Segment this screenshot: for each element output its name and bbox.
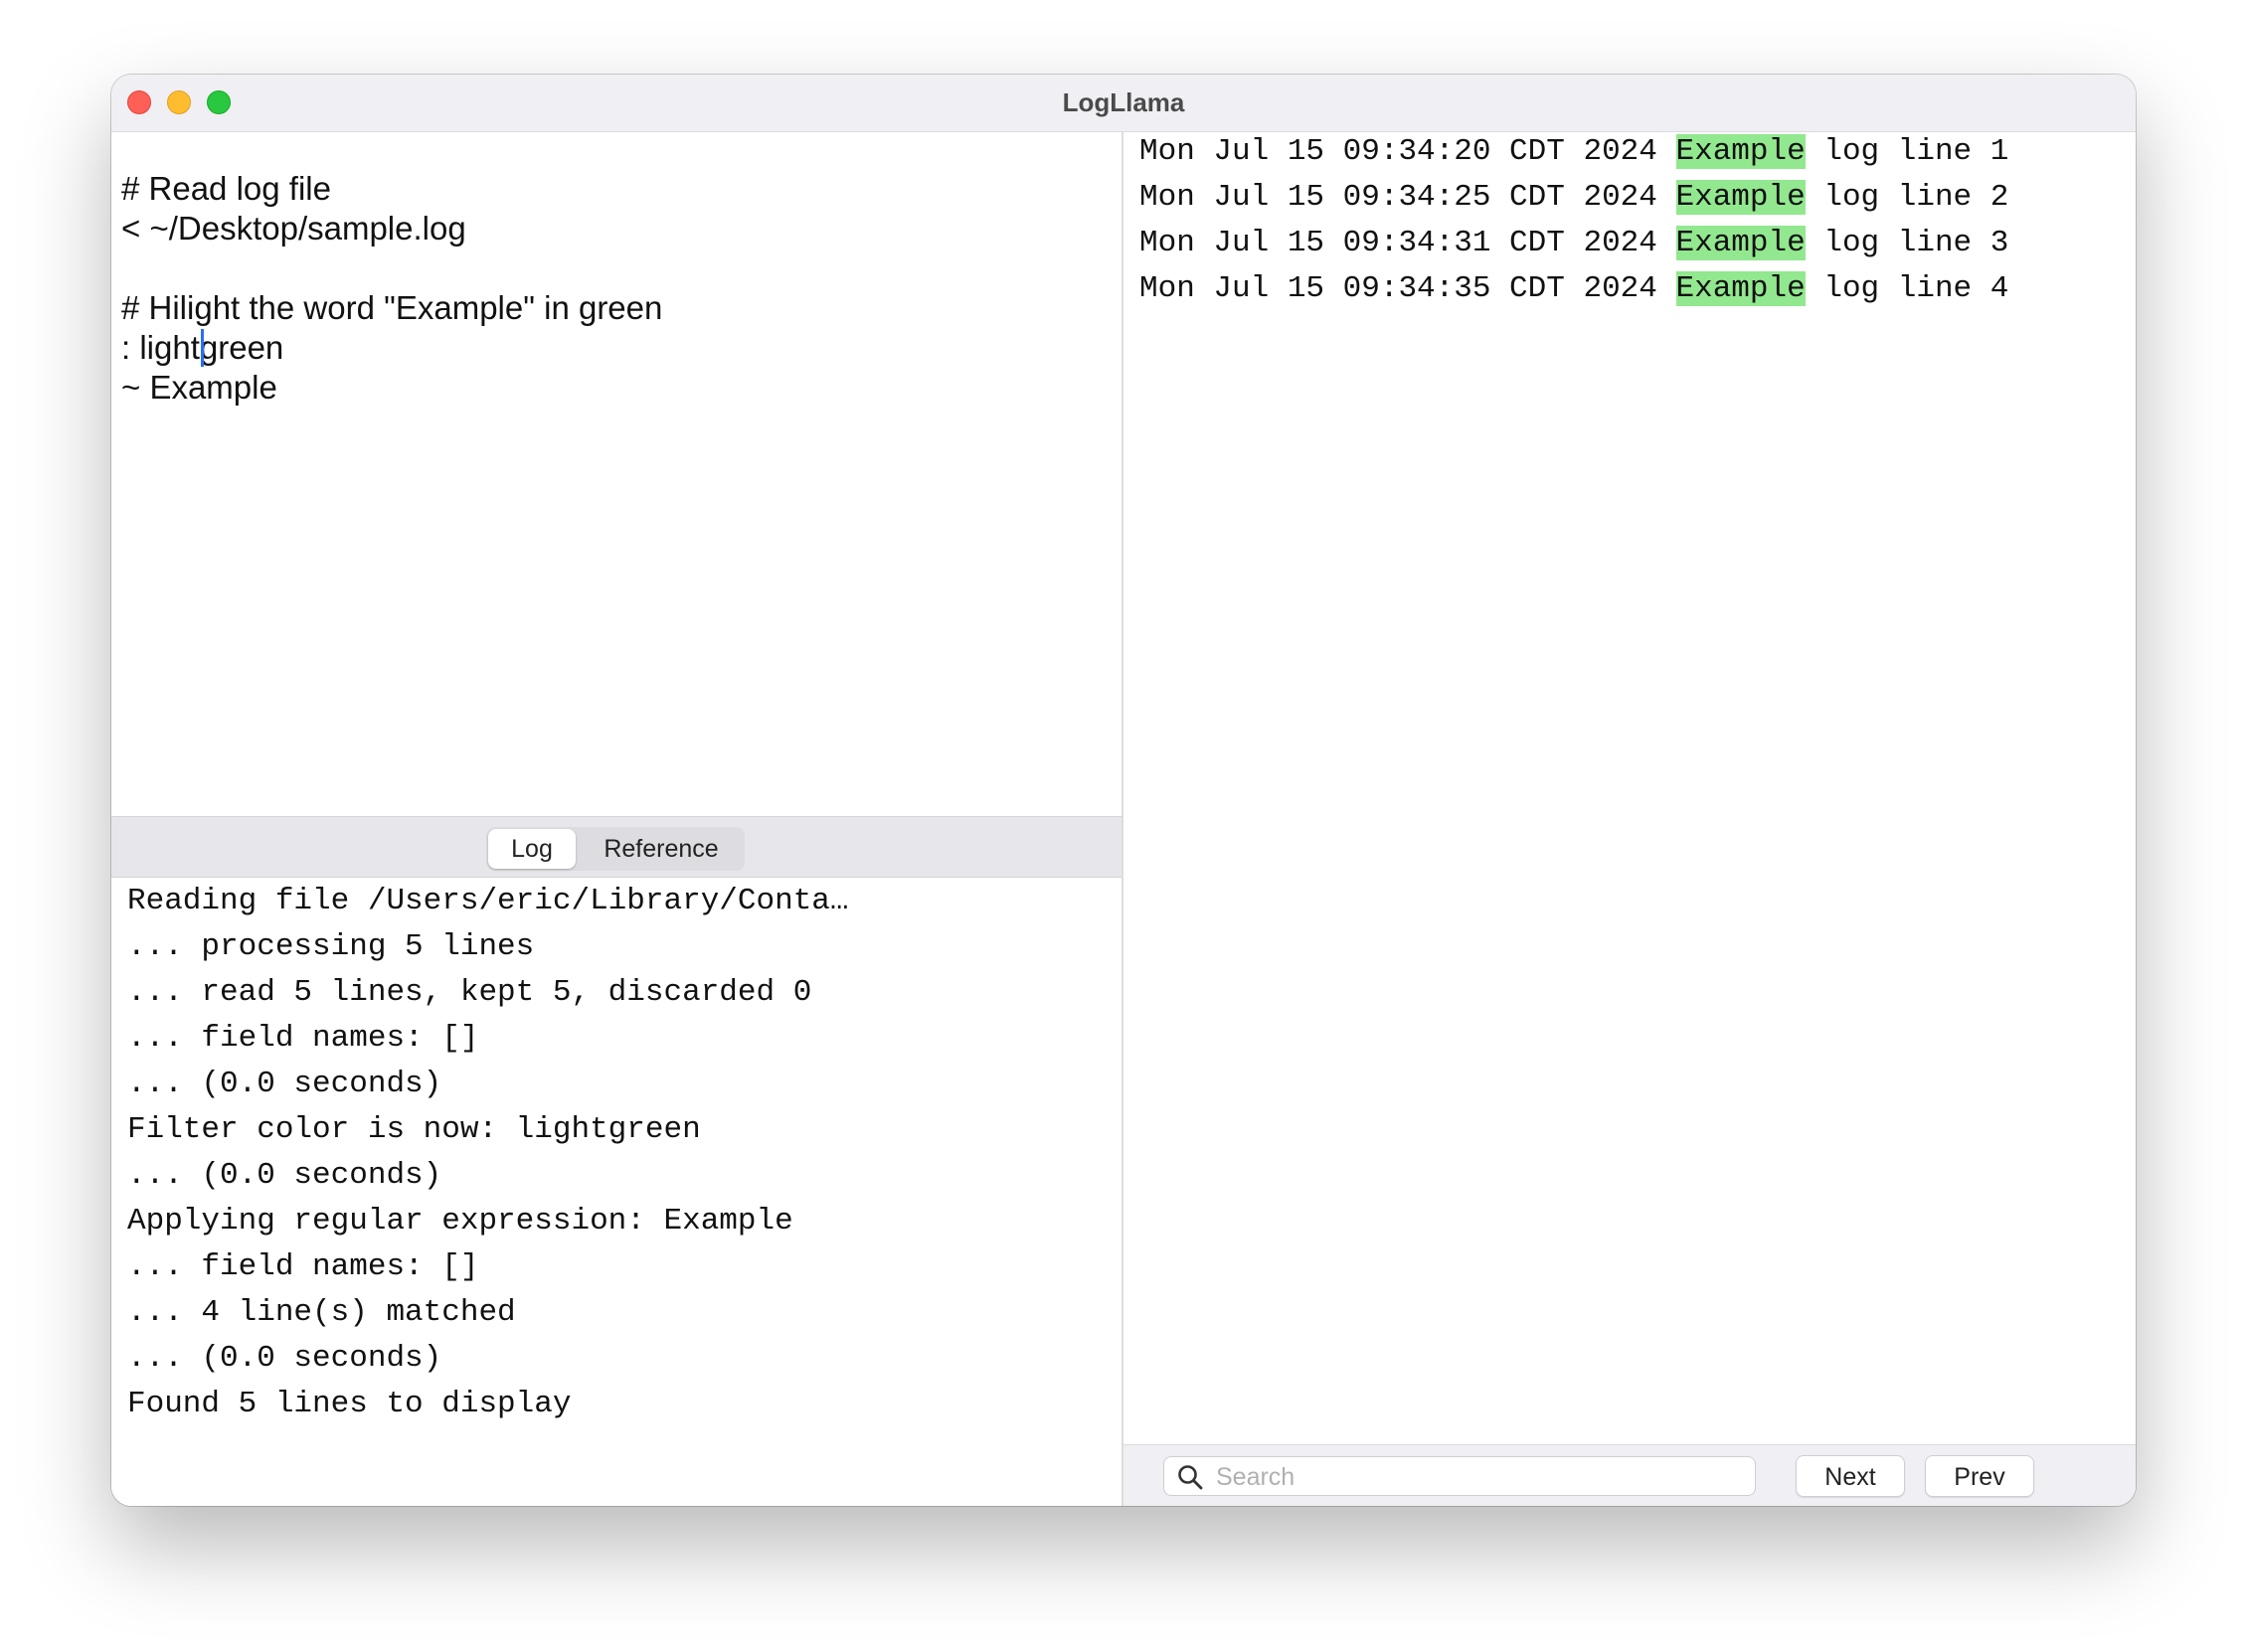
console-line: ... read 5 lines, kept 5, discarded 0 <box>127 975 812 1010</box>
console-line: ... processing 5 lines <box>127 929 535 964</box>
log-row-text: log line 4 <box>1805 271 2009 306</box>
log-row[interactable]: Mon Jul 15 09:34:31 CDT 2024 Example log… <box>1139 224 2008 263</box>
console-line: ... field names: [] <box>127 1249 479 1284</box>
log-output-pane: Mon Jul 15 09:34:20 CDT 2024 Example log… <box>1124 132 2136 1506</box>
console-line: ... (0.0 seconds) <box>127 1341 442 1376</box>
log-row-text: log line 2 <box>1805 180 2009 215</box>
app-window: LogLlama # Read log file < ~/Desktop/sam… <box>111 75 2136 1506</box>
log-row-text: Mon Jul 15 09:34:35 CDT 2024 <box>1139 271 1676 306</box>
editor-line: # Hilight the word "Example" in green <box>121 289 663 326</box>
tab-log[interactable]: Log <box>488 829 576 869</box>
editor-line: < ~/Desktop/sample.log <box>121 210 466 247</box>
window-title: LogLlama <box>1062 87 1185 117</box>
console-line: Filter color is now: lightgreen <box>127 1112 701 1147</box>
highlighted-match: Example <box>1675 271 1806 306</box>
text-caret <box>201 329 204 367</box>
console-line: ... 4 line(s) matched <box>127 1295 516 1330</box>
highlighted-match: Example <box>1675 180 1806 215</box>
console-line: Applying regular expression: Example <box>127 1204 793 1239</box>
minimize-window-button[interactable] <box>167 90 191 114</box>
search-field[interactable] <box>1163 1456 1756 1496</box>
next-button[interactable]: Next <box>1796 1455 1905 1497</box>
console-line: Found 5 lines to display <box>127 1387 572 1421</box>
log-row-text: log line 3 <box>1805 226 2009 260</box>
title-bar: LogLlama <box>111 75 2136 132</box>
segmented-control: Log Reference <box>486 827 745 871</box>
left-pane: # Read log file < ~/Desktop/sample.log #… <box>111 132 1124 1506</box>
close-window-button[interactable] <box>127 90 151 114</box>
log-row[interactable]: Mon Jul 15 09:34:25 CDT 2024 Example log… <box>1139 178 2008 218</box>
log-row-text: Mon Jul 15 09:34:25 CDT 2024 <box>1139 180 1676 215</box>
highlighted-match: Example <box>1675 134 1806 169</box>
log-row-text: Mon Jul 15 09:34:31 CDT 2024 <box>1139 226 1676 260</box>
highlighted-match: Example <box>1675 226 1806 260</box>
zoom-window-button[interactable] <box>207 90 231 114</box>
search-input[interactable] <box>1214 1459 1745 1495</box>
search-icon <box>1178 1465 1203 1490</box>
log-row-text: log line 1 <box>1805 134 2009 169</box>
console-line: ... (0.0 seconds) <box>127 1158 442 1193</box>
tab-reference[interactable]: Reference <box>582 829 741 869</box>
console-line: Reading file /Users/eric/Library/Conta… <box>127 884 849 918</box>
editor-line: # Read log file <box>121 170 331 207</box>
console-line: ... (0.0 seconds) <box>127 1067 442 1101</box>
log-row-text: Mon Jul 15 09:34:20 CDT 2024 <box>1139 134 1676 169</box>
search-bar: Next Prev <box>1124 1444 2136 1506</box>
log-console: Reading file /Users/eric/Library/Conta… … <box>111 878 1122 1506</box>
prev-button[interactable]: Prev <box>1925 1455 2034 1497</box>
console-line: ... field names: [] <box>127 1021 479 1056</box>
filter-script-editor[interactable]: # Read log file < ~/Desktop/sample.log #… <box>111 132 1122 816</box>
log-row[interactable]: Mon Jul 15 09:34:20 CDT 2024 Example log… <box>1139 132 2008 172</box>
log-row[interactable]: Mon Jul 15 09:34:35 CDT 2024 Example log… <box>1139 269 2008 309</box>
editor-line: ~ Example <box>121 369 277 406</box>
console-tab-bar: Log Reference <box>111 816 1122 878</box>
